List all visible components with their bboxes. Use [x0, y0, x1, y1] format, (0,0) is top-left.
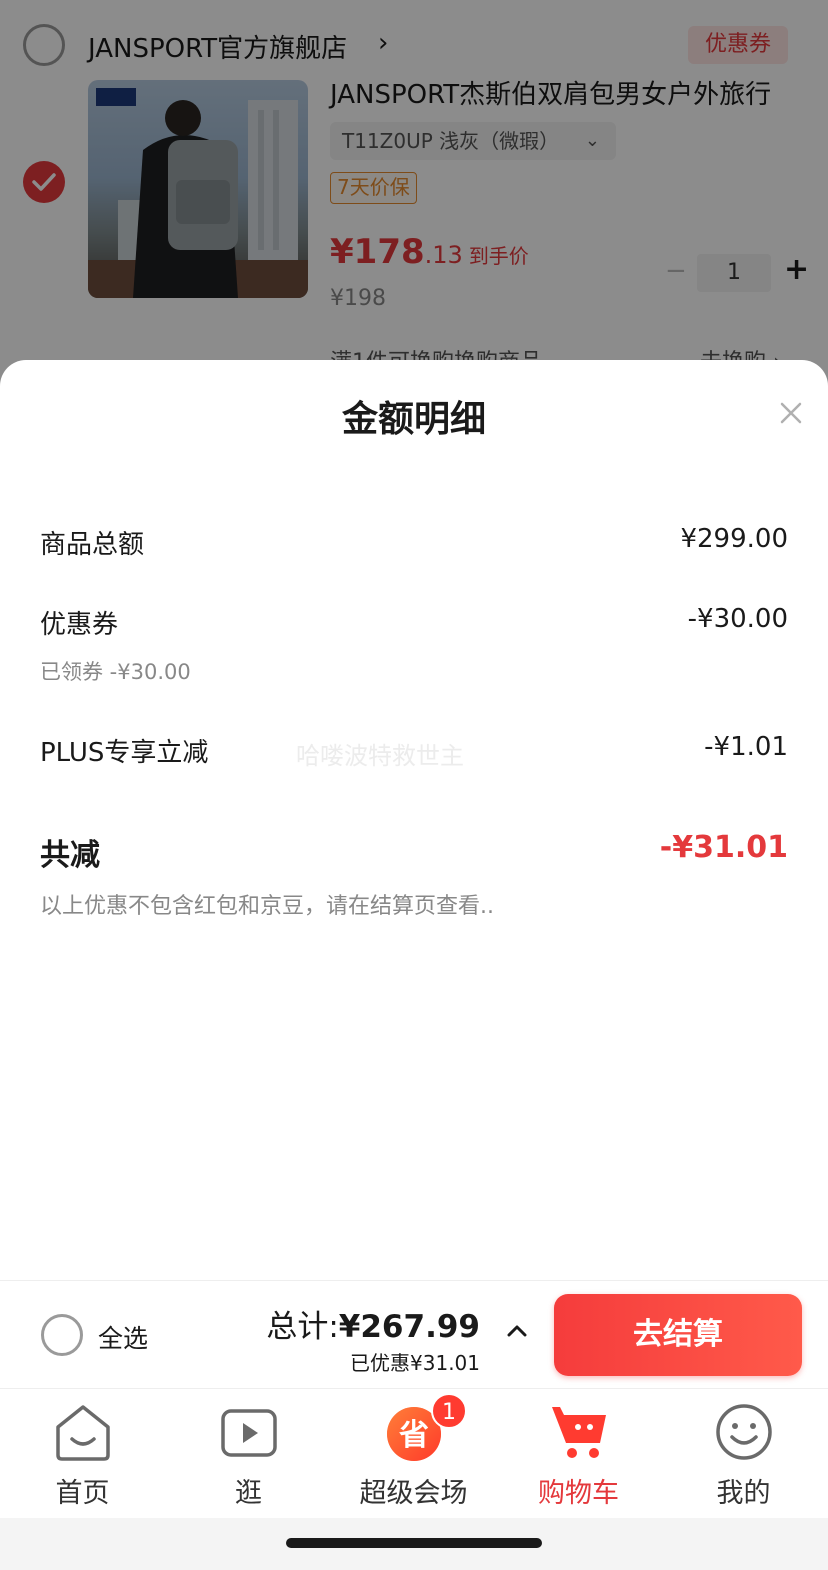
notification-badge: 1	[431, 1393, 467, 1429]
video-icon	[221, 1409, 277, 1457]
home-indicator[interactable]	[286, 1538, 542, 1548]
tab-bar: 首页 逛 省 1 超级会场 购物车 我的	[0, 1388, 828, 1518]
total-prefix: 总计:	[266, 1309, 339, 1345]
order-total: 总计:¥267.99	[266, 1301, 480, 1346]
tab-label: 超级会场	[359, 1478, 468, 1509]
home-icon	[56, 1405, 110, 1461]
tab-label: 首页	[55, 1478, 110, 1509]
cart-icon	[552, 1407, 606, 1458]
tab-label: 逛	[235, 1478, 262, 1509]
tab-label: 购物车	[538, 1478, 619, 1509]
tab-cart[interactable]: 购物车	[496, 1389, 661, 1519]
select-all-label[interactable]: 全选	[98, 1319, 148, 1355]
tab-home[interactable]: 首页	[0, 1389, 165, 1519]
goods-total-label: 商品总额	[40, 530, 145, 560]
total-amount: ¥267.99	[338, 1309, 480, 1345]
total-discount-label: 共减	[40, 838, 100, 873]
total-discount-value: -¥31.01	[659, 830, 788, 865]
sheet-title: 金额明细	[341, 399, 486, 440]
tab-me[interactable]: 我的	[661, 1389, 826, 1519]
system-nav-area	[0, 1518, 828, 1570]
watermark: 哈喽波特救世主	[296, 742, 464, 770]
goods-total-value: ¥299.00	[680, 524, 788, 554]
select-all-radio[interactable]	[41, 1314, 83, 1356]
discount-note: 以上优惠不包含红包和京豆，请在结算页查看..	[40, 894, 494, 919]
close-icon[interactable]	[776, 398, 806, 428]
tab-stroll[interactable]: 逛	[166, 1389, 331, 1519]
tab-mega-sale[interactable]: 省 1 超级会场	[331, 1389, 496, 1519]
coupon-value: -¥30.00	[687, 604, 788, 634]
checkout-button[interactable]: 去结算	[554, 1294, 802, 1376]
smiley-icon	[716, 1404, 772, 1460]
modal-backdrop[interactable]	[0, 0, 828, 400]
svg-text:省: 省	[399, 1418, 429, 1453]
checkout-bar: 全选 总计:¥267.99 已优惠¥31.01 去结算	[0, 1280, 828, 1388]
plus-discount-label: PLUS专享立减	[40, 738, 209, 768]
plus-discount-value: -¥1.01	[704, 732, 788, 762]
amount-details-sheet: 金额明细 商品总额 ¥299.00 优惠券 -¥30.00 已领券 -¥30.0…	[0, 360, 828, 1280]
chevron-up-icon[interactable]	[506, 1323, 528, 1339]
coupon-label: 优惠券	[40, 610, 119, 640]
saved-amount: 已优惠¥31.01	[350, 1351, 480, 1375]
tab-label: 我的	[716, 1478, 771, 1509]
coupon-detail: 已领券 -¥30.00	[40, 660, 191, 684]
